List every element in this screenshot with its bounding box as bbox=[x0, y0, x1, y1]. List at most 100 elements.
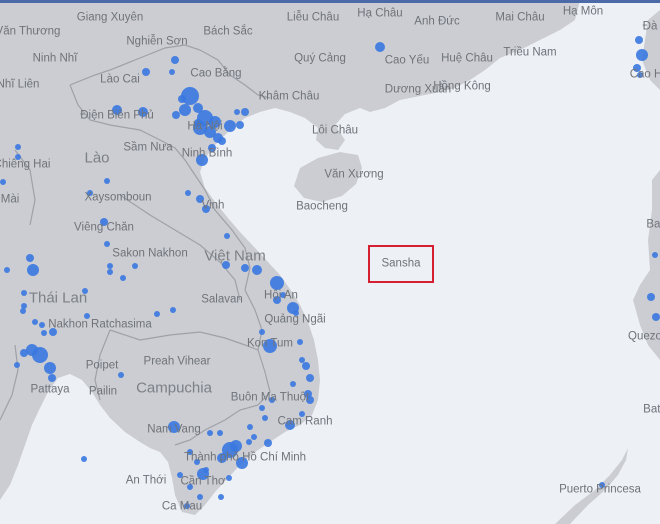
location-marker[interactable] bbox=[299, 357, 305, 363]
location-marker[interactable] bbox=[81, 456, 87, 462]
location-marker[interactable] bbox=[241, 108, 249, 116]
location-marker[interactable] bbox=[14, 362, 20, 368]
location-marker[interactable] bbox=[636, 49, 648, 61]
location-marker[interactable] bbox=[247, 424, 253, 430]
location-marker[interactable] bbox=[251, 434, 257, 440]
city-label: Huệ Châu bbox=[441, 52, 493, 65]
location-marker[interactable] bbox=[15, 144, 21, 150]
location-marker[interactable] bbox=[252, 265, 262, 275]
city-label: Nghiễn Sơn bbox=[126, 35, 188, 48]
location-marker[interactable] bbox=[0, 179, 6, 185]
city-label: Hạ Môn bbox=[562, 5, 604, 18]
location-marker[interactable] bbox=[306, 374, 314, 382]
location-marker[interactable] bbox=[41, 330, 47, 336]
city-label: Preah Vihear bbox=[143, 355, 211, 368]
location-marker[interactable] bbox=[20, 308, 26, 314]
location-marker[interactable] bbox=[171, 56, 179, 64]
location-marker[interactable] bbox=[302, 362, 310, 370]
location-marker[interactable] bbox=[4, 267, 10, 273]
location-marker[interactable] bbox=[264, 439, 272, 447]
location-marker[interactable] bbox=[32, 319, 38, 325]
city-label: Văn Thương bbox=[0, 25, 61, 38]
location-marker[interactable] bbox=[203, 467, 209, 473]
location-marker[interactable] bbox=[226, 475, 232, 481]
location-marker[interactable] bbox=[185, 190, 191, 196]
location-marker[interactable] bbox=[172, 111, 180, 119]
city-label: Viêng Chăn bbox=[74, 221, 134, 234]
map-canvas[interactable]: Lào Việt Nam Thái Lan Campuchia Giang Xuyên L… bbox=[0, 0, 660, 524]
location-marker[interactable] bbox=[218, 494, 224, 500]
city-label: Mài bbox=[0, 193, 20, 206]
city-label: Giang Xuyên bbox=[76, 11, 144, 24]
location-marker[interactable] bbox=[118, 372, 124, 378]
city-label: Kon Tum bbox=[246, 337, 294, 350]
location-marker[interactable] bbox=[234, 109, 240, 115]
location-marker[interactable] bbox=[179, 104, 191, 116]
location-marker[interactable] bbox=[647, 293, 655, 301]
city-label: Văn Xương bbox=[324, 168, 384, 181]
location-marker[interactable] bbox=[259, 329, 265, 335]
location-marker[interactable] bbox=[197, 494, 203, 500]
location-marker[interactable] bbox=[104, 178, 110, 184]
city-label: Điện Biên Phủ bbox=[80, 109, 154, 122]
highlighted-region-box[interactable]: Sansha bbox=[368, 245, 434, 283]
location-marker[interactable] bbox=[39, 322, 45, 328]
city-label: Xaysomboun bbox=[84, 191, 152, 204]
city-label: Salavan bbox=[201, 293, 243, 306]
location-marker[interactable] bbox=[48, 374, 56, 382]
location-marker[interactable] bbox=[169, 69, 175, 75]
location-marker[interactable] bbox=[21, 290, 27, 296]
location-marker[interactable] bbox=[107, 269, 113, 275]
country-label: Thái Lan bbox=[28, 289, 88, 307]
location-marker[interactable] bbox=[652, 252, 658, 258]
city-label: Liễu Châu bbox=[286, 11, 340, 24]
city-label: Poipet bbox=[85, 359, 119, 372]
city-label: Nakhon Ratchasima bbox=[48, 318, 152, 331]
location-marker[interactable] bbox=[21, 303, 27, 309]
location-marker[interactable] bbox=[170, 307, 176, 313]
location-marker[interactable] bbox=[44, 362, 56, 374]
city-label: Anh Đức bbox=[414, 15, 460, 28]
location-marker[interactable] bbox=[27, 264, 39, 276]
location-marker[interactable] bbox=[635, 36, 643, 44]
city-label: Lào Cai bbox=[100, 73, 140, 86]
country-label: Lào bbox=[84, 149, 110, 167]
location-marker[interactable] bbox=[262, 415, 268, 421]
location-marker[interactable] bbox=[178, 95, 186, 103]
location-marker[interactable] bbox=[26, 254, 34, 262]
location-marker[interactable] bbox=[241, 264, 249, 272]
location-marker[interactable] bbox=[224, 233, 230, 239]
city-label: Hội An bbox=[264, 289, 298, 302]
location-marker[interactable] bbox=[236, 121, 244, 129]
location-marker[interactable] bbox=[246, 439, 252, 445]
location-marker[interactable] bbox=[107, 263, 113, 269]
city-label: Khâm Châu bbox=[258, 90, 320, 103]
location-marker[interactable] bbox=[104, 241, 110, 247]
city-label: Sakon Nakhon bbox=[112, 247, 188, 260]
location-marker[interactable] bbox=[20, 349, 28, 357]
city-label: Vinh bbox=[201, 199, 225, 212]
city-label: Baocheng bbox=[296, 200, 348, 213]
location-marker[interactable] bbox=[142, 68, 150, 76]
location-marker[interactable] bbox=[259, 405, 265, 411]
location-marker[interactable] bbox=[224, 120, 236, 132]
location-marker[interactable] bbox=[297, 339, 303, 345]
city-label: Puerto Princesa bbox=[559, 483, 641, 496]
city-label: Sầm Nưa bbox=[123, 141, 173, 154]
city-label: Quezo bbox=[628, 330, 660, 343]
mainland-landmass bbox=[0, 0, 580, 515]
location-marker[interactable] bbox=[290, 381, 296, 387]
location-marker[interactable] bbox=[652, 313, 660, 321]
location-marker[interactable] bbox=[230, 440, 242, 452]
location-marker[interactable] bbox=[207, 430, 213, 436]
location-marker[interactable] bbox=[218, 137, 226, 145]
location-marker[interactable] bbox=[120, 275, 126, 281]
city-label: Ninh Bình bbox=[181, 147, 233, 160]
location-marker[interactable] bbox=[217, 430, 223, 436]
location-marker[interactable] bbox=[132, 263, 138, 269]
location-marker[interactable] bbox=[270, 276, 284, 290]
location-marker[interactable] bbox=[375, 42, 385, 52]
location-marker[interactable] bbox=[154, 311, 160, 317]
location-marker[interactable] bbox=[193, 103, 203, 113]
city-label: Cao H bbox=[629, 68, 660, 81]
